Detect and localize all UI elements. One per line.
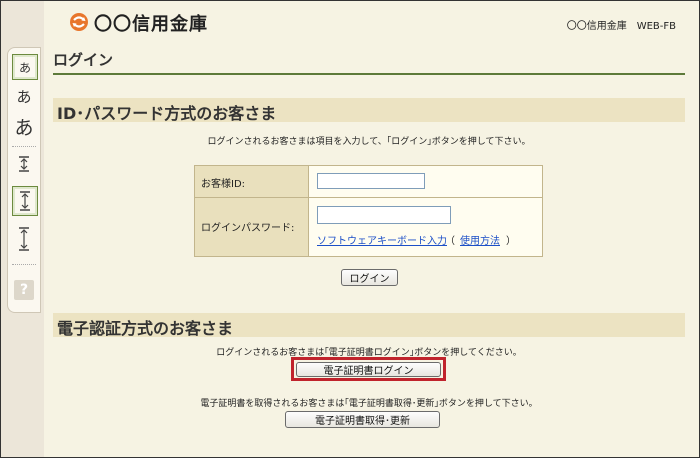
left-rail: あ あ あ ?	[1, 1, 44, 457]
certificate-login-button[interactable]: 電子証明書ログイン	[296, 362, 441, 377]
line-height-small-icon	[19, 156, 29, 172]
help-button[interactable]: ?	[14, 280, 34, 300]
toolbar-divider	[12, 264, 36, 265]
paren-close: ）	[506, 236, 516, 247]
customer-id-input[interactable]	[317, 173, 425, 189]
font-size-toolbar: あ あ あ ?	[7, 47, 41, 313]
font-medium-label: あ	[16, 87, 32, 106]
password-section-title: ID･パスワード方式のお客さま	[57, 104, 277, 123]
password-label: ログインパスワード:	[201, 223, 295, 234]
software-keyboard-link[interactable]: ソフトウェアキーボード入力	[317, 232, 447, 247]
login-button[interactable]: ログイン	[341, 269, 398, 286]
font-small-label: あ	[18, 60, 31, 75]
system-name: 〇〇信用金庫 WEB-FB	[566, 21, 676, 32]
page-title: ログイン	[53, 51, 114, 69]
password-input[interactable]	[317, 206, 451, 224]
login-form-table: お客様ID: ログインパスワード: ソフトウェアキーボード入力 （ 使用方法 ）	[194, 165, 543, 257]
bank-name: 〇〇信用金庫	[94, 14, 208, 35]
customer-id-label-cell: お客様ID:	[195, 166, 309, 197]
usage-link[interactable]: 使用方法	[460, 232, 500, 247]
font-medium-button[interactable]: あ	[12, 84, 36, 108]
line-height-medium-icon	[20, 191, 30, 211]
password-label-cell: ログインパスワード:	[195, 198, 309, 256]
password-value-cell: ソフトウェアキーボード入力 （ 使用方法 ）	[309, 198, 542, 256]
password-section-header: ID･パスワード方式のお客さま	[53, 98, 685, 123]
font-large-label: あ	[14, 116, 34, 139]
paren-open: （	[445, 236, 455, 247]
certificate-acquire-button[interactable]: 電子証明書取得･更新	[285, 411, 440, 428]
main-content: 〇〇信用金庫 〇〇信用金庫 WEB-FB ログイン ID･パスワード方式のお客さ…	[44, 1, 699, 457]
customer-id-label: お客様ID:	[201, 179, 246, 190]
font-large-button[interactable]: あ	[12, 114, 36, 139]
line-height-large-button[interactable]	[12, 224, 36, 254]
line-height-large-icon	[19, 227, 29, 251]
header: 〇〇信用金庫 〇〇信用金庫 WEB-FB	[44, 1, 699, 43]
help-icon: ?	[19, 282, 29, 298]
line-height-small-button[interactable]	[12, 152, 36, 176]
line-height-medium-button[interactable]	[12, 186, 38, 216]
password-instruction: ログインされるお客さまは項目を入力して、｢ログイン｣ボタンを押して下さい。	[207, 137, 531, 147]
page-title-bar: ログイン	[53, 45, 685, 75]
certificate-section-title: 電子認証方式のお客さま	[57, 319, 234, 338]
toolbar-divider	[12, 146, 36, 147]
certificate-acquire-instruction: 電子証明書を取得されるお客さまは｢電子証明書取得･更新｣ボタンを押して下さい。	[200, 399, 538, 409]
customer-id-value-cell	[309, 166, 542, 197]
certificate-section-header: 電子認証方式のお客さま	[53, 313, 685, 338]
window-frame: あ あ あ ? 〇〇信用金庫 〇〇信用金庫 WEB-FB ログイン ID･パスワ…	[0, 0, 700, 458]
bank-logo-icon	[70, 13, 88, 31]
font-small-button[interactable]: あ	[12, 54, 38, 80]
